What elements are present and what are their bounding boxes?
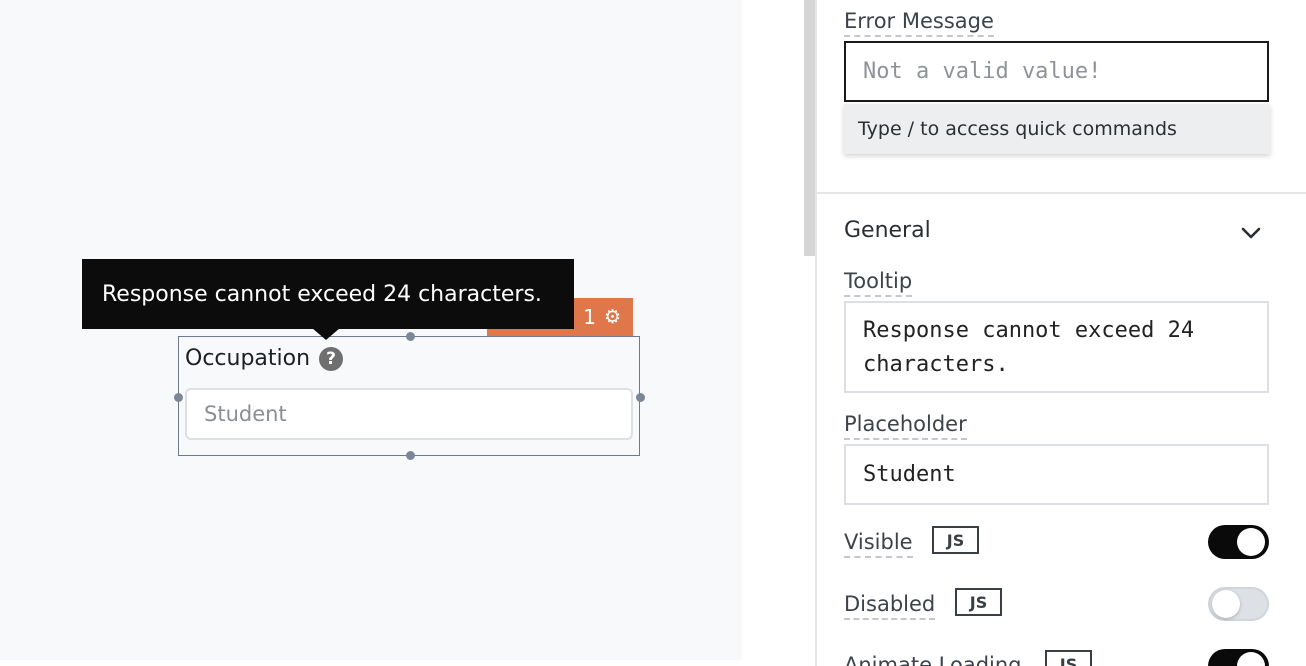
occupation-input[interactable]: Student <box>185 388 633 440</box>
quick-commands-hint-text: Type / to access quick commands <box>858 118 1177 140</box>
section-divider <box>817 192 1306 194</box>
canvas-area: 1 ⚙ Occupation ? Student Response cannot… <box>0 0 742 660</box>
visible-label: Visible <box>844 529 913 558</box>
toggle-knob <box>1237 528 1265 556</box>
placeholder-input-value: Student <box>863 461 956 487</box>
placeholder-input[interactable]: Student <box>844 444 1269 505</box>
tooltip-input[interactable]: Response cannot exceed 24 characters. <box>844 301 1269 393</box>
visible-toggle[interactable] <box>1208 525 1269 559</box>
field-label-text: Occupation <box>185 346 311 371</box>
animate-loading-js-button[interactable]: JS <box>1045 650 1092 666</box>
tooltip-popup-text: Response cannot exceed 24 characters. <box>102 281 542 307</box>
chevron-down-icon[interactable] <box>1240 222 1262 244</box>
question-circle-icon[interactable]: ? <box>319 346 344 371</box>
resize-handle-right[interactable] <box>636 393 645 402</box>
general-section-title[interactable]: General <box>844 218 931 243</box>
resize-handle-left[interactable] <box>174 393 183 402</box>
placeholder-label: Placeholder <box>844 411 967 440</box>
animate-loading-toggle[interactable] <box>1208 649 1269 666</box>
field-label: Occupation ? <box>185 346 344 371</box>
quick-commands-hint: Type / to access quick commands <box>844 104 1270 154</box>
error-message-label: Error Message <box>844 8 994 37</box>
canvas-bottom-edge <box>0 660 742 666</box>
resize-handle-bottom[interactable] <box>406 451 415 460</box>
error-message-input[interactable]: Not a valid value! <box>844 41 1269 102</box>
animate-loading-label: Animate Loading <box>844 652 1022 666</box>
scrollbar-thumb[interactable] <box>804 0 815 256</box>
occupation-input-placeholder: Student <box>204 402 287 426</box>
resize-handle-top[interactable] <box>406 332 415 341</box>
visible-js-button[interactable]: JS <box>932 526 979 554</box>
canvas-margin <box>742 0 804 666</box>
tooltip-label: Tooltip <box>844 268 913 297</box>
gear-icon[interactable]: ⚙ <box>604 307 621 327</box>
disabled-label: Disabled <box>844 591 936 620</box>
tooltip-arrow <box>312 328 340 340</box>
tooltip-popup: Response cannot exceed 24 characters. <box>82 259 574 329</box>
toggle-knob <box>1212 590 1240 618</box>
error-message-placeholder: Not a valid value! <box>863 59 1102 84</box>
widget-name-text: 1 <box>583 305 596 329</box>
disabled-toggle[interactable] <box>1208 587 1269 621</box>
tooltip-input-value: Response cannot exceed 24 characters. <box>863 318 1195 377</box>
disabled-js-button[interactable]: JS <box>955 588 1002 616</box>
panel-divider <box>815 0 817 666</box>
toggle-knob <box>1237 652 1265 666</box>
